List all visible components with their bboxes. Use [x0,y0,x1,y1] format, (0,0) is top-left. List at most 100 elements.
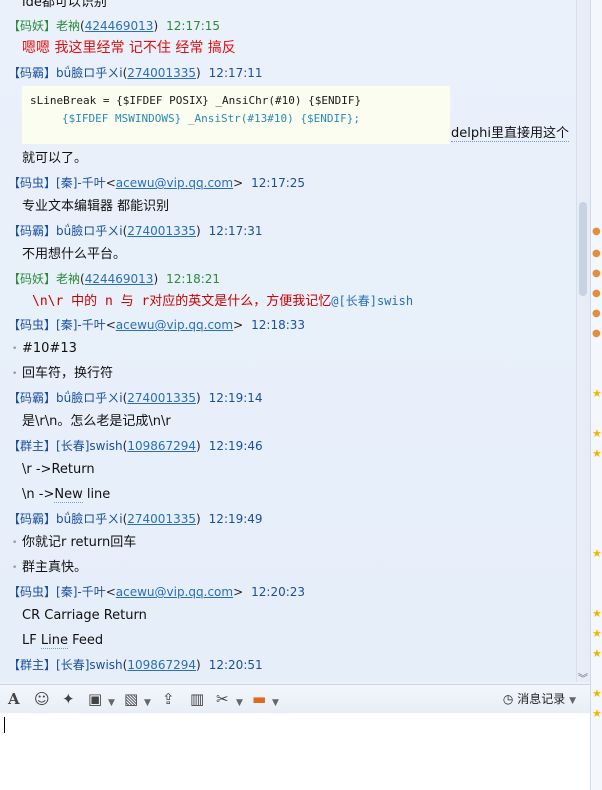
sender-id-link[interactable]: acewu@vip.qq.com [116,176,233,190]
sender-name[interactable]: 老衲 [56,272,80,286]
gift-icon[interactable]: ▥ [190,691,204,707]
message-text: 你就记r return回车 [12,534,136,552]
chevron-down-icon[interactable]: ▼ [144,695,151,711]
chevron-down-icon[interactable]: ▼ [108,695,115,711]
text-part: line [82,487,111,502]
emoji-icon[interactable]: ☺ [34,691,50,707]
text-part-underlined: New [54,487,83,503]
star-icon: ★ [592,427,602,440]
mention-link[interactable]: @[长春]swish [331,294,413,308]
message-time: 12:19:49 [208,512,263,526]
scrollbar-thumb[interactable] [579,202,587,296]
message-time: 12:20:51 [208,658,263,672]
text-part: \n -> [22,487,55,502]
member-avatar-icon[interactable]: ● [592,308,601,320]
message-time: 12:18:21 [166,272,221,286]
message-header: 【码妖】老衲(424469013) 12:18:21 [8,272,221,286]
message-text: 专业文本编辑器 都能识别 [22,199,170,214]
member-avatar-icon[interactable]: ● [592,268,601,280]
message-text: 嗯嗯 我这里经常 记不住 经常 搞反 [22,40,236,56]
member-role: 【码虫】 [8,585,57,599]
message-time: 12:19:46 [208,439,263,453]
sender-id-link[interactable]: acewu@vip.qq.com [116,318,233,332]
sender-id-link[interactable]: acewu@vip.qq.com [116,585,233,599]
sender-name[interactable]: bǘ臉ロ乎ㄨi [56,391,123,405]
chat-bubble-icon[interactable]: ▬ [252,691,266,707]
message-text: \r ->Return [22,462,95,477]
code-block: sLineBreak = {$IFDEF POSIX} _AnsiChr(#10… [22,86,450,144]
sender-name[interactable]: [秦]-千叶 [56,318,106,332]
message-header: 【群主】[长春]swish(109867294) 12:20:51 [8,658,263,672]
question-text: \n\r 中的 n 与 r对应的英文是什么，方便我记忆 [32,294,332,309]
chevron-down-icon[interactable]: ▼ [272,695,279,711]
member-avatar-icon[interactable]: ● [592,328,601,340]
chevron-down-icon: ▼ [569,696,576,706]
magic-icon[interactable]: ✦ [62,691,75,707]
sender-name[interactable]: [秦]-千叶 [56,176,106,190]
message-header: 【码虫】[秦]-千叶<acewu@vip.qq.com> 12:17:25 [8,176,306,190]
chat-scrollbar[interactable] [576,0,591,682]
chat-history: ide都可以识别 【码妖】老衲(424469013) 12:17:15 嗯嗯 我这… [0,0,576,682]
message-text: 回车符，换行符 [12,365,113,383]
message-text: \n\r 中的 n 与 r对应的英文是什么，方便我记忆@[长春]swish [32,292,413,310]
star-icon: ★ [592,387,602,400]
message-text: 群主真快。 [12,559,87,577]
message-history-button[interactable]: ◷ 消息记录 ▼ [503,691,576,709]
sender-name[interactable]: [秦]-千叶 [56,585,106,599]
message-time: 12:20:23 [251,585,306,599]
sender-id-link[interactable]: 109867294 [127,439,196,453]
code-tail-text: delphi里直接用这个 [451,126,569,142]
message-text: 不用想什么平台。 [22,247,127,262]
message-text: 是\r\n。怎么老是记成\n\r [22,414,171,429]
history-label: 消息记录 [517,692,566,706]
code-line-1: sLineBreak = {$IFDEF POSIX} _AnsiChr(#10… [30,94,362,107]
sender-id-link[interactable]: 109867294 [127,658,196,672]
sender-name[interactable]: 老衲 [56,19,80,33]
message-input[interactable] [0,713,590,790]
member-role: 【码霸】 [8,512,57,526]
sender-id-link[interactable]: 424469013 [85,272,154,286]
member-role: 【码妖】 [8,272,57,286]
message-text: delphi里直接用这个 [451,125,569,143]
member-avatar-icon[interactable]: ● [592,226,601,238]
message-time: 12:17:25 [251,176,306,190]
message-header: 【码霸】bǘ臉ロ乎ㄨi(274001335) 12:19:49 [8,512,263,526]
sender-id-link[interactable]: 424469013 [85,19,154,33]
text-part: LF [22,633,41,648]
sender-name[interactable]: bǘ臉ロ乎ㄨi [56,224,123,238]
sender-name[interactable]: bǘ臉ロ乎ㄨi [56,66,123,80]
sender-name[interactable]: [长春]swish [56,439,123,453]
sender-id-link[interactable]: 274001335 [127,391,196,405]
member-role: 【码霸】 [8,391,57,405]
member-avatar-icon[interactable]: ● [592,248,601,260]
image-icon[interactable]: ▧ [124,691,138,707]
message-text: \n ->New line [22,486,110,504]
sender-name[interactable]: [长春]swish [56,658,123,672]
message-header: 【码霸】bǘ臉ロ乎ㄨi(274001335) 12:17:31 [8,224,263,238]
input-toolbar: A ☺ ✦ ▣ ▼ ▧ ▼ ⇪ ▥ ✂ ▼ ▬ ▼ ◷ 消息记录 ▼ [0,684,590,713]
member-role: 【码霸】 [8,66,57,80]
screenshot-icon[interactable]: ▣ [88,691,102,707]
scroll-down-icon[interactable]: ︾ [578,670,588,685]
sender-id-link[interactable]: 274001335 [127,66,196,80]
message-text: CR Carriage Return [22,608,147,623]
member-role: 【码霸】 [8,224,57,238]
star-icon: ★ [592,707,602,720]
font-icon[interactable]: A [8,691,20,707]
sender-name[interactable]: bǘ臉ロ乎ㄨi [56,512,123,526]
chevron-down-icon[interactable]: ▼ [236,695,243,711]
message-text: LF Line Feed [22,632,103,650]
sender-id-link[interactable]: 274001335 [127,512,196,526]
text-part: Feed [67,633,104,648]
member-avatar-icon[interactable]: ● [592,288,601,300]
code-line-2: {$IFDEF MSWINDOWS} _AnsiStr(#13#10) {$EN… [62,112,361,125]
member-role: 【码虫】 [8,176,57,190]
message-header: 【群主】[长春]swish(109867294) 12:19:46 [8,439,263,453]
sender-id-link[interactable]: 274001335 [127,224,196,238]
star-icon: ★ [592,607,602,620]
upload-icon[interactable]: ⇪ [162,691,175,707]
star-icon: ★ [592,547,602,560]
scissors-icon[interactable]: ✂ [216,691,229,707]
star-icon: ★ [592,687,602,700]
star-icon: ★ [592,447,602,460]
